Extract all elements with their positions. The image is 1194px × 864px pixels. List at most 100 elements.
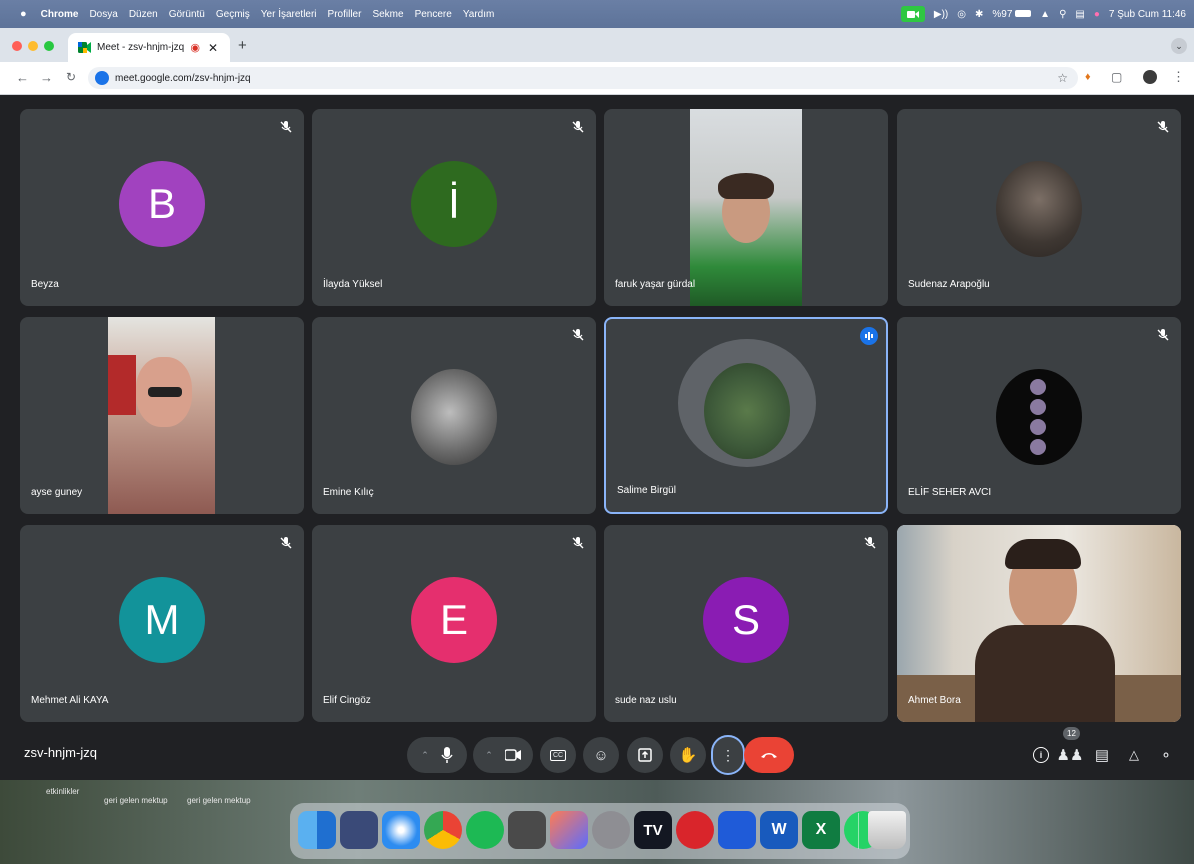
participant-tile-mehmet[interactable]: M Mehmet Ali KAYA (20, 525, 304, 722)
volume-icon[interactable]: ▶)) (934, 9, 948, 20)
menu-dosya[interactable]: Dosya (89, 9, 117, 20)
participant-name: İlayda Yüksel (323, 279, 383, 290)
launchpad-icon[interactable] (340, 811, 378, 849)
chrome-icon[interactable] (424, 811, 462, 849)
menu-yardim[interactable]: Yardım (463, 9, 495, 20)
camera-icon (504, 749, 521, 761)
camera-button[interactable]: ⌃ (473, 737, 533, 773)
menu-goruntu[interactable]: Görüntü (169, 9, 205, 20)
participant-tile-elif-cingoz[interactable]: E Elif Cingöz (312, 525, 596, 722)
participant-tile-ahmet[interactable]: Ahmet Bora (897, 525, 1181, 722)
profile-photo (704, 363, 790, 459)
browser-menu-icon[interactable]: ⋮ (1172, 69, 1185, 85)
mic-off-icon (279, 536, 293, 550)
university-app-icon[interactable] (676, 811, 714, 849)
wifi-icon[interactable]: ▲ (1040, 9, 1050, 20)
participant-tile-elif-seher[interactable]: ELİF SEHER AVCI (897, 317, 1181, 514)
trash-icon[interactable] (868, 811, 906, 849)
menu-sekme[interactable]: Sekme (372, 9, 403, 20)
profile-avatar[interactable] (1143, 70, 1157, 84)
meeting-info-button[interactable]: i (1026, 740, 1056, 770)
leave-call-button[interactable] (744, 737, 794, 773)
extensions-icon[interactable]: ▢ (1111, 70, 1122, 84)
app-menu-chrome[interactable]: Chrome (41, 9, 79, 20)
menu-yer-isaretleri[interactable]: Yer İşaretleri (261, 9, 317, 20)
present-screen-icon (638, 748, 652, 762)
participant-tile-sudenaz[interactable]: Sudenaz Arapoğlu (897, 109, 1181, 306)
window-zoom-button[interactable] (44, 41, 54, 51)
participant-tile-sude[interactable]: S sude naz uslu (604, 525, 888, 722)
participant-tile-salime[interactable]: Salime Birgül (604, 317, 888, 514)
participant-tile-ayse[interactable]: ayse guney (20, 317, 304, 514)
tradingview-icon[interactable]: TV (634, 811, 672, 849)
window-close-button[interactable] (12, 41, 22, 51)
menu-profiller[interactable]: Profiller (328, 9, 362, 20)
address-bar[interactable]: meet.google.com/zsv-hnjm-jzq ☆ (88, 67, 1078, 89)
metamask-extension-icon[interactable]: ♦ (1085, 71, 1091, 83)
raise-hand-button[interactable]: ✋ (670, 737, 706, 773)
menu-pencere[interactable]: Pencere (415, 9, 452, 20)
participant-name: Salime Birgül (617, 485, 676, 496)
avatar: S (703, 577, 789, 663)
spotify-icon[interactable] (466, 811, 504, 849)
word-icon[interactable]: W (760, 811, 798, 849)
apple-menu-icon[interactable]: ● (20, 8, 27, 20)
siri-icon[interactable]: ● (1094, 9, 1100, 20)
back-button[interactable]: ← (16, 70, 29, 85)
desktop-label-geri-gelen-mektup-1[interactable]: geri gelen mektup (104, 796, 168, 805)
airdrop-icon[interactable]: ◎ (957, 9, 966, 20)
tab-meet[interactable]: Meet - zsv-hnjm-jzq ◉ ✕ (68, 33, 230, 62)
video-options-chevron-icon[interactable]: ⌃ (485, 750, 493, 761)
desktop-label-etkinlikler[interactable]: etkinlikler (46, 787, 79, 796)
window-minimize-button[interactable] (28, 41, 38, 51)
control-center-icon[interactable]: ▤ (1075, 9, 1084, 20)
activities-button[interactable]: △ (1119, 740, 1149, 770)
reactions-button[interactable]: ☺ (583, 737, 619, 773)
audio-options-chevron-icon[interactable]: ⌃ (421, 750, 429, 761)
iphone-mirroring-icon[interactable] (550, 811, 588, 849)
new-tab-button[interactable]: + (238, 37, 247, 54)
finder-icon[interactable] (298, 811, 336, 849)
spotlight-search-icon[interactable]: ⚲ (1059, 9, 1066, 20)
site-info-icon[interactable] (95, 71, 109, 85)
participant-video (108, 317, 215, 514)
reload-button[interactable]: ↻ (66, 70, 76, 84)
captions-icon: CC (549, 749, 567, 761)
people-button[interactable]: 12 ♟♟ (1055, 727, 1085, 770)
browser-toolbar: ← → ↻ meet.google.com/zsv-hnjm-jzq ☆ ♦ ▢… (0, 62, 1194, 95)
forward-button[interactable]: → (40, 70, 53, 85)
safari-icon[interactable] (382, 811, 420, 849)
more-options-button[interactable]: ⋮ (711, 735, 745, 775)
menubar-clock[interactable]: 7 Şub Cum 11:46 (1109, 9, 1186, 20)
macos-dock: TV W X (290, 803, 910, 859)
host-controls-button[interactable]: ⚬ (1151, 740, 1181, 770)
battery-status[interactable]: %97 (992, 9, 1032, 20)
participant-tile-faruk[interactable]: faruk yaşar gürdal (604, 109, 888, 306)
participant-name: Elif Cingöz (323, 695, 371, 706)
messenger-icon[interactable] (718, 811, 756, 849)
chat-button[interactable]: ▤ (1087, 740, 1117, 770)
camera-in-use-icon[interactable] (900, 6, 925, 22)
participant-tile-emine[interactable]: Emine Kılıç (312, 317, 596, 514)
mic-off-icon (279, 120, 293, 134)
chat-icon: ▤ (1094, 747, 1110, 764)
present-button[interactable] (627, 737, 663, 773)
system-settings-icon[interactable] (592, 811, 630, 849)
mic-button[interactable]: ⌃ (407, 737, 467, 773)
participant-tile-beyza[interactable]: B Beyza (20, 109, 304, 306)
participant-name: Emine Kılıç (323, 487, 374, 498)
excel-icon[interactable]: X (802, 811, 840, 849)
menu-gecmis[interactable]: Geçmiş (216, 9, 250, 20)
mic-off-icon (1156, 328, 1170, 342)
bluetooth-icon[interactable]: ✱ (975, 9, 983, 20)
calculator-icon[interactable] (508, 811, 546, 849)
menu-duzen[interactable]: Düzen (129, 9, 158, 20)
participant-tile-ilayda[interactable]: İ İlayda Yüksel (312, 109, 596, 306)
tab-search-button[interactable]: ⌄ (1171, 38, 1187, 54)
desktop-label-geri-gelen-mektup-2[interactable]: geri gelen mektup (187, 796, 251, 805)
captions-button[interactable]: CC (540, 737, 576, 773)
bookmark-star-icon[interactable]: ☆ (1057, 71, 1068, 85)
tab-close-icon[interactable]: ✕ (208, 41, 218, 55)
meeting-code: zsv-hnjm-jzq (24, 745, 97, 760)
participant-name: Ahmet Bora (908, 695, 961, 706)
